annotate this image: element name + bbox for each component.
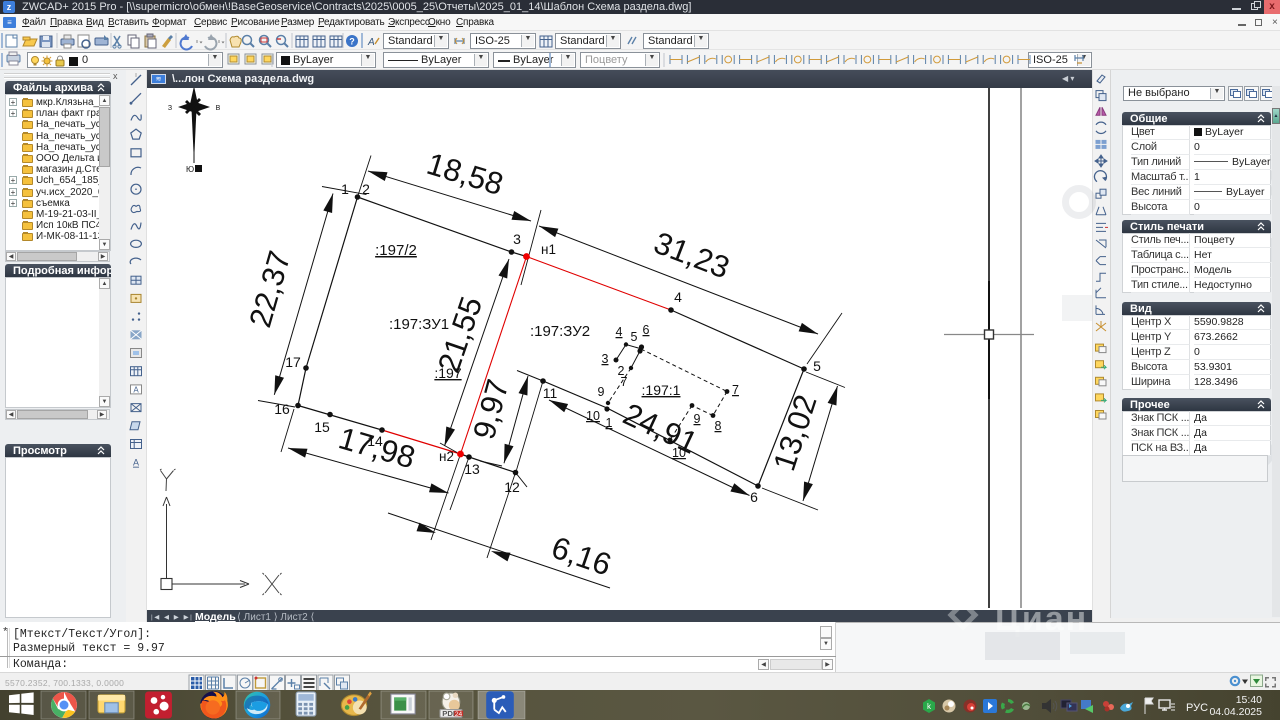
svg-text:6,16: 6,16 xyxy=(547,530,615,583)
svg-text:15:40: 15:40 xyxy=(1236,694,1262,706)
svg-text:4: 4 xyxy=(674,289,682,305)
svg-text:В: В xyxy=(216,105,221,112)
svg-text:н2: н2 xyxy=(439,449,454,464)
svg-text:13: 13 xyxy=(464,461,480,477)
svg-text:9,97: 9,97 xyxy=(466,376,515,443)
svg-text:?: ? xyxy=(349,37,355,47)
svg-text:Ю: Ю xyxy=(186,165,194,174)
svg-text:22,37: 22,37 xyxy=(242,247,297,331)
svg-text:16: 16 xyxy=(274,401,290,417)
svg-text:9: 9 xyxy=(694,412,701,426)
svg-text::197/2: :197/2 xyxy=(375,242,417,259)
svg-text:A: A xyxy=(133,385,139,394)
svg-text:3: 3 xyxy=(513,231,521,247)
svg-text:11: 11 xyxy=(543,385,558,401)
svg-text:н1: н1 xyxy=(541,242,556,257)
svg-text:5: 5 xyxy=(631,330,638,344)
svg-text:10: 10 xyxy=(672,446,686,460)
svg-text:З: З xyxy=(168,105,172,112)
svg-text::197:ЗУ1: :197:ЗУ1 xyxy=(389,316,449,333)
svg-text:8: 8 xyxy=(715,419,722,433)
svg-text:12: 12 xyxy=(504,479,520,495)
svg-text:17: 17 xyxy=(285,354,301,370)
svg-text:6: 6 xyxy=(643,323,650,337)
svg-text::197:ЗУ2: :197:ЗУ2 xyxy=(530,323,590,340)
svg-text:14: 14 xyxy=(367,433,383,449)
svg-text:31,23: 31,23 xyxy=(649,225,734,285)
svg-text:4: 4 xyxy=(616,325,623,339)
svg-text::197: :197 xyxy=(434,365,461,381)
svg-text:1: 1 xyxy=(606,416,613,430)
svg-text:3: 3 xyxy=(602,352,609,366)
svg-text:04.04.2025: 04.04.2025 xyxy=(1209,706,1262,718)
svg-text:2: 2 xyxy=(362,181,370,197)
svg-text:15: 15 xyxy=(314,419,330,435)
svg-text:1: 1 xyxy=(341,181,349,197)
svg-text:A: A xyxy=(133,458,139,468)
svg-text:РУС: РУС xyxy=(1186,702,1208,714)
svg-text:6: 6 xyxy=(750,489,758,505)
svg-text:7: 7 xyxy=(621,375,628,389)
svg-text:24: 24 xyxy=(455,711,463,718)
svg-text:18,58: 18,58 xyxy=(423,146,507,202)
svg-text:A: A xyxy=(367,37,375,48)
svg-text::197:1: :197:1 xyxy=(642,382,681,398)
svg-text:10: 10 xyxy=(586,409,600,423)
svg-text:5: 5 xyxy=(813,358,821,374)
svg-text:9: 9 xyxy=(598,385,605,399)
svg-text:7: 7 xyxy=(732,383,739,397)
